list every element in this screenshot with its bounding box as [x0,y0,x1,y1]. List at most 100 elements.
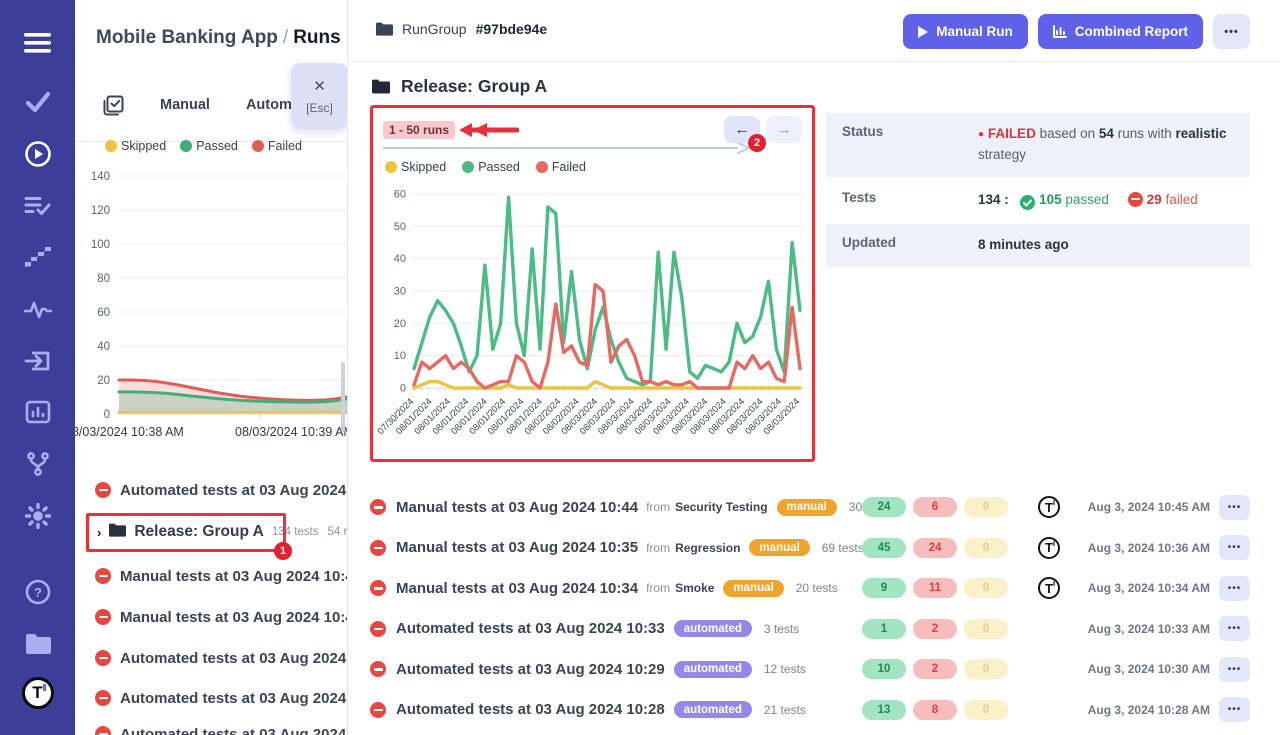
list-check-icon[interactable] [0,189,75,223]
run-row[interactable]: Automated tests at 03 Aug 2024 10:28 auto… [370,690,1250,731]
tab-manual[interactable]: Manual [160,97,210,113]
group-title: Release: Group A [134,523,264,541]
main-chart-legend: SkippedPassedFailed [385,160,586,174]
run-title: Automated tests at 03 Aug 2024 10:28 [396,701,665,718]
svg-text:08/03/2024 10:39 AM: 08/03/2024 10:39 AM [235,425,348,439]
activity-icon[interactable] [0,292,75,326]
run-row[interactable]: Manual tests at 03 Aug 2024 10:35fromReg… [370,528,1250,569]
run-type-badge: automated [674,701,752,718]
menu-icon[interactable] [0,26,75,60]
group-list-item[interactable]: ›Release: Group A134 tests54 runs [97,518,348,546]
passed-pill: 45 [862,538,906,558]
row-more-button[interactable]: ••• [1219,495,1250,520]
combined-report-button[interactable]: Combined Report [1038,14,1203,49]
row-more-button[interactable]: ••• [1219,576,1250,601]
passed-pill: 10 [862,659,906,679]
run-list-item[interactable]: Automated tests at 03 Aug 2024 10 [95,684,348,712]
run-row[interactable]: Automated tests at 03 Aug 2024 10:29auto… [370,649,1250,690]
app-logo[interactable]: T [0,676,75,710]
run-list-item[interactable]: Manual tests at 03 Aug 2024 10:42 [95,603,348,631]
next-page-button[interactable]: → [766,116,802,143]
result-pills: 120 [862,619,1008,639]
logo-accent [1053,500,1055,505]
row-more-button[interactable]: ••• [1219,535,1250,560]
annotation-badge-1: 1 [274,542,292,560]
logo-accent [1053,581,1055,586]
run-list-item[interactable]: Manual tests at 03 Aug 2024 10:43 [95,562,348,590]
run-timestamp: Aug 3, 2024 10:33 AM [1088,622,1210,636]
group-run-rows: Manual tests at 03 Aug 2024 10:44fromSec… [370,487,1250,730]
import-icon[interactable] [0,344,75,378]
chevron-right-icon[interactable]: › [97,525,101,540]
help-icon[interactable]: ? [0,575,75,609]
failed-status-icon [95,482,111,498]
svg-text:08/03/2024 10:38 AM: 08/03/2024 10:38 AM [75,425,184,439]
multiselect-icon[interactable] [103,95,124,116]
panel-scrollbar[interactable] [341,362,345,432]
header-more-button[interactable]: ••• [1213,14,1250,49]
manual-run-button[interactable]: Manual Run [903,14,1028,49]
runs-panel: Mobile Banking App/Runs Manual Automated… [75,0,348,735]
run-type-badge: manual [777,499,837,516]
run-list-item[interactable]: Automated tests at 03 Aug 2024 10 [95,644,348,672]
breadcrumb-separator: / [278,27,293,48]
run-list-item[interactable]: Automated tests at 03 Aug 2024 10 [95,720,348,735]
report-icon [1053,25,1067,38]
svg-text:50: 50 [394,221,406,233]
skipped-pill: 0 [964,497,1008,517]
stairs-icon[interactable] [0,240,75,274]
failed-status-icon [370,540,386,556]
from-label: from [646,500,670,514]
passed-pill: 9 [862,578,906,598]
updated-value: 8 minutes ago [978,224,1250,267]
branch-icon[interactable] [0,447,75,481]
passed-check-icon [1020,195,1035,210]
run-title: Manual tests at 03 Aug 2024 10:42 [120,609,348,626]
legend-item: Failed [252,139,302,153]
runs-range-label: 1 - 50 runs [383,121,455,139]
reporter-logo-icon: T [1038,496,1060,518]
row-more-button[interactable]: ••• [1219,697,1250,722]
legend-dot-skipped [105,140,117,152]
skipped-pill: 0 [964,578,1008,598]
failed-pill: 2 [913,619,957,639]
failed-pill: 8 [913,700,957,720]
legend-item: Skipped [385,160,446,174]
gear-icon[interactable] [0,499,75,533]
from-label: from [646,541,670,555]
row-more-button[interactable]: ••• [1219,616,1250,641]
tests-label: Tests [826,179,978,222]
tests-row: Tests 134 : 105 passed 29 failed [826,179,1250,222]
run-row[interactable]: Manual tests at 03 Aug 2024 10:44fromSec… [370,487,1250,528]
breadcrumb: Mobile Banking App/Runs [96,27,341,49]
legend-dot-passed [180,140,192,152]
reporter-logo-icon: T [1038,577,1060,599]
folder-icon [109,523,126,542]
run-list-item[interactable]: Automated tests at 03 Aug 2024 10 [95,476,348,504]
legend-item: Skipped [105,139,166,153]
svg-text:20: 20 [394,318,406,330]
run-row[interactable]: Automated tests at 03 Aug 2024 10:33auto… [370,609,1250,650]
failed-pill: 6 [913,497,957,517]
reporter-logo-icon: T [1038,537,1060,559]
check-icon[interactable] [0,85,75,119]
close-icon[interactable]: ✕ [313,77,326,95]
run-row[interactable]: Manual tests at 03 Aug 2024 10:34fromSmo… [370,568,1250,609]
skipped-pill: 0 [964,700,1008,720]
run-title: Automated tests at 03 Aug 2024 10:33 [396,620,665,637]
failed-status-icon [95,726,111,735]
failed-status-icon [370,661,386,677]
legend-label: Skipped [121,139,166,153]
failed-status-icon [370,499,386,515]
folder-icon[interactable] [0,626,75,660]
bar-chart-icon[interactable] [0,395,75,429]
breadcrumb-project[interactable]: Mobile Banking App [96,27,278,48]
failed-status-icon [370,580,386,596]
row-more-button[interactable]: ••• [1219,657,1250,682]
passed-pill: 13 [862,700,906,720]
play-circle-icon[interactable] [0,137,75,171]
close-panel-button[interactable]: ✕ [Esc] [291,63,348,129]
run-timestamp: Aug 3, 2024 10:30 AM [1088,662,1210,676]
run-title: Automated tests at 03 Aug 2024 10 [120,726,348,735]
result-pills: 1020 [862,659,1008,679]
